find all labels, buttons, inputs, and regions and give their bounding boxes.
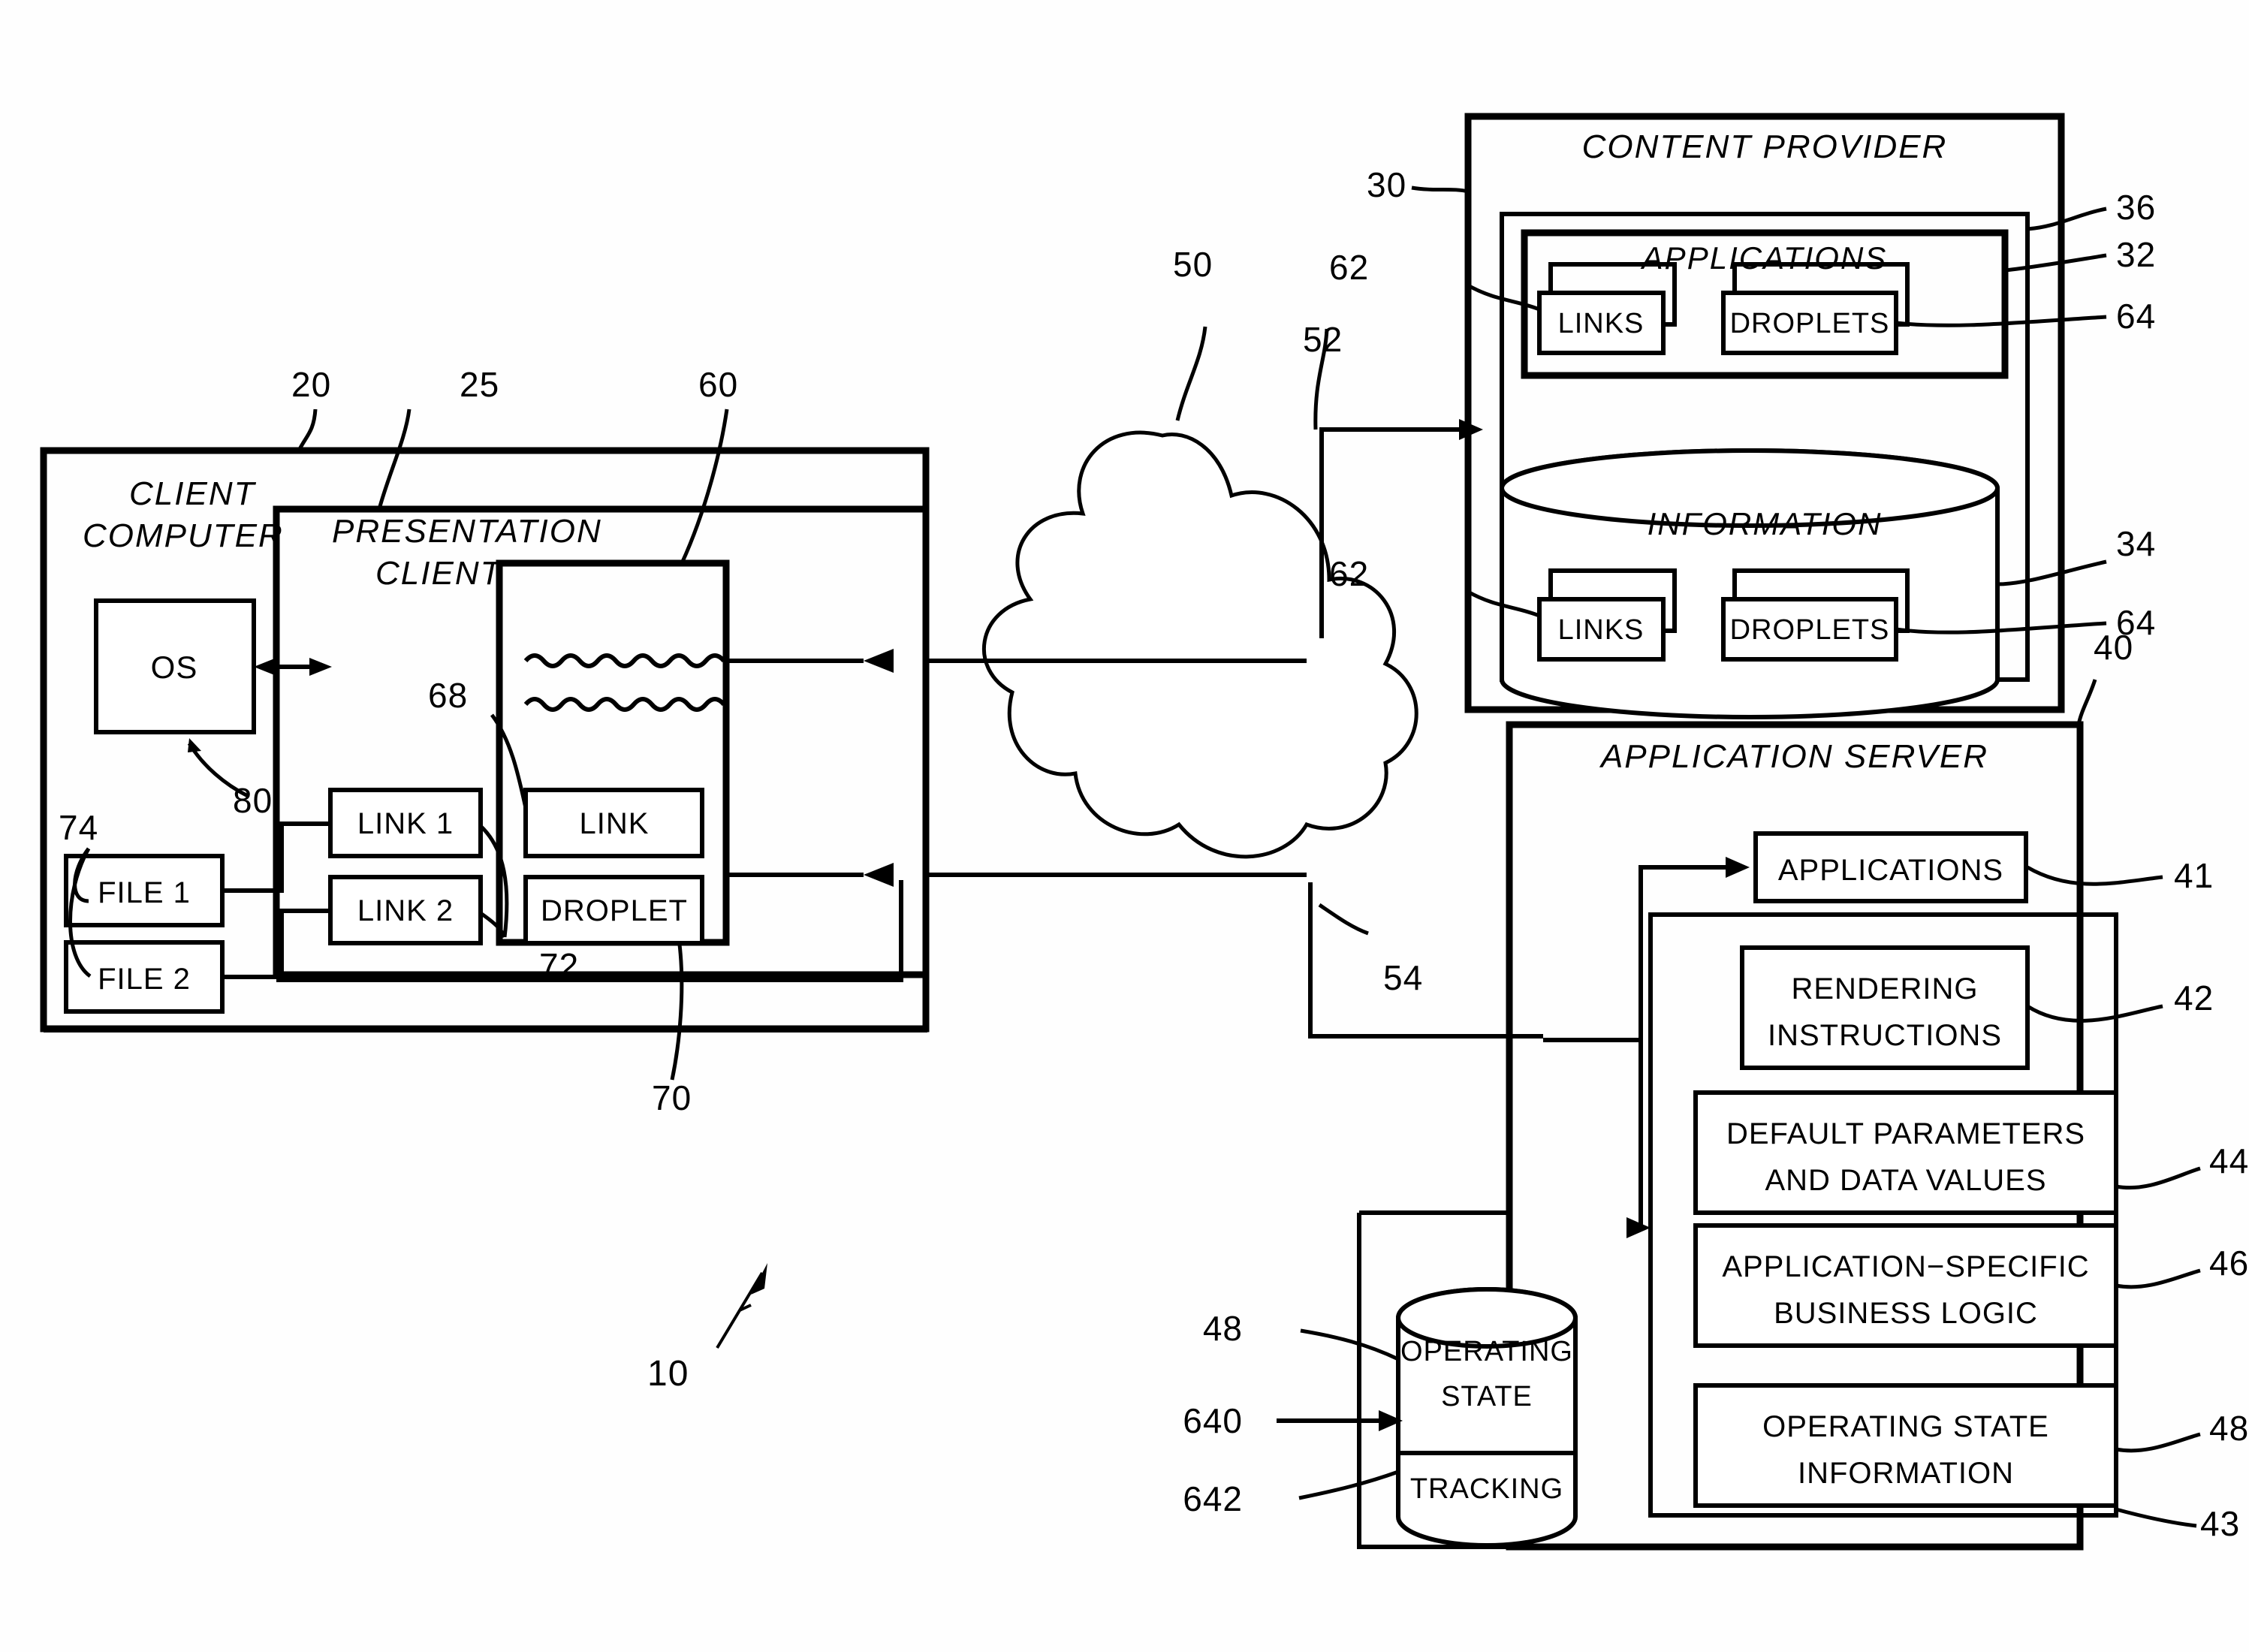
leader-48-right bbox=[2115, 1432, 2201, 1453]
leader-42 bbox=[2026, 1004, 2163, 1023]
ref-43: 43 bbox=[2200, 1504, 2240, 1543]
os-label: OS bbox=[151, 650, 198, 685]
window-text-line-2 bbox=[523, 697, 726, 712]
leader-46 bbox=[2115, 1268, 2201, 1289]
ref-40: 40 bbox=[2094, 628, 2133, 667]
window-text-line-1 bbox=[523, 653, 726, 668]
ref-32: 32 bbox=[2116, 235, 2156, 274]
ref-34: 34 bbox=[2116, 524, 2156, 563]
leader-60 bbox=[680, 408, 729, 565]
as-arrow-applications-head bbox=[1726, 857, 1750, 878]
cp-info-links-label: LINKS bbox=[1558, 614, 1645, 646]
ref-46: 46 bbox=[2209, 1244, 2249, 1283]
ref-68: 68 bbox=[428, 676, 468, 715]
link-2-label: LINK 2 bbox=[357, 894, 454, 927]
leader-34 bbox=[1997, 559, 2107, 586]
network-cloud bbox=[982, 430, 1418, 859]
leader-70 bbox=[670, 944, 684, 1081]
figure-svg: CLIENT COMPUTER OS 20 80 74 FILE 1 FILE … bbox=[40, 113, 2249, 1551]
as-item-1-line1: DEFAULT PARAMETERS bbox=[1726, 1117, 2085, 1150]
information-label: INFORMATION bbox=[1648, 506, 1883, 541]
leader-44 bbox=[2115, 1166, 2201, 1190]
ref-25: 25 bbox=[460, 365, 499, 404]
ref-62-apps: 62 bbox=[1329, 248, 1369, 287]
presentation-client-label-line1: PRESENTATION bbox=[332, 513, 602, 550]
ref-48-left: 48 bbox=[1203, 1309, 1243, 1348]
leader-80-arrowhead bbox=[188, 738, 201, 752]
ref-41: 41 bbox=[2174, 856, 2214, 895]
os-pc-arrow-right bbox=[309, 658, 332, 676]
store-line-1: OPERATING bbox=[1400, 1336, 1573, 1367]
leader-25 bbox=[377, 408, 412, 510]
ref-42: 42 bbox=[2174, 978, 2214, 1017]
leader-642 bbox=[1298, 1470, 1399, 1500]
ref-74: 74 bbox=[59, 808, 98, 847]
presentation-client-label-line2: CLIENT bbox=[375, 555, 503, 592]
store-line-2: STATE bbox=[1441, 1381, 1533, 1412]
as-arrow-path-inner bbox=[1634, 1040, 1643, 1230]
ref-64-apps: 64 bbox=[2116, 297, 2156, 336]
net-to-window-bottom-arrow bbox=[864, 863, 894, 887]
as-item-3-line2: INFORMATION bbox=[1798, 1457, 2014, 1490]
ref-30: 30 bbox=[1367, 165, 1406, 204]
ref-10: 10 bbox=[647, 1354, 689, 1394]
leader-20 bbox=[297, 408, 318, 452]
leader-54 bbox=[1318, 903, 1369, 936]
leader-48-left bbox=[1300, 1328, 1400, 1361]
leader-32 bbox=[2004, 253, 2107, 273]
as-item-2-line2: BUSINESS LOGIC bbox=[1774, 1297, 2038, 1330]
ref-48-right: 48 bbox=[2209, 1409, 2249, 1448]
ref-36: 36 bbox=[2116, 188, 2156, 227]
as-arrow-path-applications bbox=[1543, 865, 1736, 1042]
ref-640: 640 bbox=[1183, 1401, 1243, 1440]
as-item-0-line1: RENDERING bbox=[1791, 972, 1978, 1005]
client-computer-label-line1: CLIENT bbox=[129, 475, 257, 512]
leader-72a bbox=[479, 824, 509, 938]
store-line-3: TRACKING bbox=[1410, 1473, 1563, 1505]
file-2-label: FILE 2 bbox=[98, 963, 191, 996]
cp-info-droplets-label: DROPLETS bbox=[1730, 614, 1890, 646]
ref-642: 642 bbox=[1183, 1479, 1243, 1518]
cp-apps-links-label: LINKS bbox=[1558, 308, 1645, 339]
as-item-0-line2: INSTRUCTIONS bbox=[1768, 1019, 2002, 1052]
ref-80: 80 bbox=[233, 781, 273, 820]
ref-44: 44 bbox=[2209, 1141, 2249, 1180]
leader-50 bbox=[1175, 326, 1207, 421]
window-link-label: LINK bbox=[580, 807, 650, 840]
as-item-1-line2: AND DATA VALUES bbox=[1765, 1164, 2046, 1197]
as-item-3-line1: OPERATING STATE bbox=[1762, 1410, 2049, 1443]
client-computer-label-line2: COMPUTER bbox=[83, 517, 284, 554]
ref-20: 20 bbox=[291, 365, 331, 404]
window-droplet-label: DROPLET bbox=[541, 894, 688, 927]
patent-figure-canvas: CLIENT COMPUTER OS 20 80 74 FILE 1 FILE … bbox=[0, 0, 2249, 1652]
ref-62-info: 62 bbox=[1329, 554, 1369, 593]
leader-41 bbox=[2026, 865, 2163, 886]
leader-30 bbox=[1411, 185, 1469, 194]
as-item-2-line1: APPLICATION−SPECIFIC bbox=[1722, 1250, 2089, 1283]
ref-50: 50 bbox=[1173, 245, 1213, 284]
as-applications-label: APPLICATIONS bbox=[1778, 854, 2003, 887]
application-server-label: APPLICATION SERVER bbox=[1599, 738, 1988, 775]
ref-54: 54 bbox=[1383, 958, 1423, 997]
link-1-label: LINK 1 bbox=[357, 807, 454, 840]
content-provider-label: CONTENT PROVIDER bbox=[1582, 128, 1948, 165]
leader-36 bbox=[2027, 206, 2107, 231]
ref-60: 60 bbox=[698, 365, 738, 404]
applications-label-cp: APPLICATIONS bbox=[1640, 240, 1888, 276]
ref-52: 52 bbox=[1303, 320, 1343, 359]
cp-apps-droplets-label: DROPLETS bbox=[1730, 308, 1890, 339]
leader-43 bbox=[2115, 1507, 2197, 1528]
net-to-window-top-arrow bbox=[864, 649, 894, 673]
file-1-label: FILE 1 bbox=[98, 876, 191, 909]
leader-40 bbox=[2076, 679, 2097, 725]
ref-70: 70 bbox=[652, 1078, 692, 1117]
ref-72: 72 bbox=[539, 946, 579, 985]
leader-64-apps bbox=[1895, 315, 2107, 327]
